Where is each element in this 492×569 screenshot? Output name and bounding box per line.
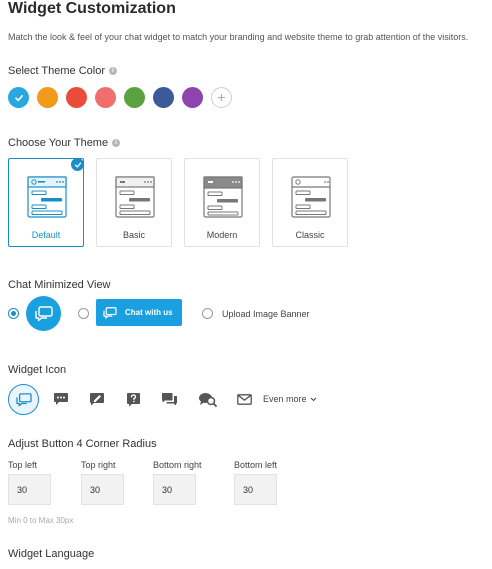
widget-language-label: Widget Language [8, 548, 95, 560]
question-icon [126, 392, 140, 406]
theme-card-classic[interactable]: Classic [272, 158, 348, 247]
widget-icon-option-6[interactable] [196, 388, 218, 410]
chat-bubbles-icon [34, 305, 53, 321]
message-dots-icon [54, 393, 68, 405]
chat-bubbles-icon [103, 306, 117, 318]
color-swatch-5[interactable] [124, 87, 145, 108]
theme-card-label: Classic [295, 230, 325, 240]
chat-with-us-banner[interactable]: Chat with us [96, 299, 182, 326]
upload-banner-radio[interactable] [202, 308, 213, 319]
top-right-input[interactable]: 30 [81, 474, 124, 505]
theme-card-modern[interactable]: Modern [184, 158, 260, 247]
minimized-bubble-radio[interactable] [8, 308, 19, 319]
theme-card-label: Modern [206, 230, 238, 240]
mail-icon [236, 393, 252, 405]
theme-default-preview-icon [27, 176, 67, 218]
color-swatch-4[interactable] [95, 87, 116, 108]
even-more-link[interactable]: Even more [263, 394, 317, 404]
color-swatch-1[interactable] [8, 87, 29, 108]
bottom-left-input[interactable]: 30 [234, 474, 277, 505]
edit-message-icon [90, 393, 104, 406]
page-title: Widget Customization [8, 0, 176, 17]
corner-radius-label: Adjust Button 4 Corner Radius [8, 438, 157, 450]
widget-icon-option-4[interactable] [122, 388, 144, 410]
info-icon: i [109, 67, 118, 75]
theme-card-label: Default [31, 230, 61, 240]
selected-check-icon [71, 158, 84, 171]
widget-icon-option-7[interactable] [233, 388, 255, 410]
theme-card-default[interactable]: Default [8, 158, 84, 247]
widget-icon-option-1[interactable] [8, 384, 39, 415]
search-chat-icon [198, 392, 217, 407]
checkmark-icon [14, 94, 23, 101]
minimized-banner-radio[interactable] [78, 308, 89, 319]
bottom-right-input[interactable]: 30 [153, 474, 196, 505]
page-subtitle: Match the look & feel of your chat widge… [8, 32, 469, 42]
chat-bubble-preview[interactable] [26, 296, 61, 331]
chat-banner-text: Chat with us [125, 308, 173, 317]
widget-icon-option-3[interactable] [86, 388, 108, 410]
corner-radius-hint: Min 0 to Max 30px [8, 516, 74, 525]
theme-card-label: Basic [122, 230, 145, 240]
info-icon: i [112, 139, 121, 147]
even-more-label: Even more [263, 394, 307, 404]
color-swatch-7[interactable] [182, 87, 203, 108]
theme-modern-preview-icon [203, 176, 243, 218]
top-left-label: Top left [8, 460, 38, 470]
chat-bubbles-icon [15, 392, 32, 406]
color-swatch-2[interactable] [37, 87, 58, 108]
theme-basic-preview-icon [115, 176, 155, 218]
theme-color-heading: Select Theme Color i [8, 65, 118, 77]
theme-label: Choose Your Theme [8, 137, 109, 149]
widget-icon-option-2[interactable] [50, 388, 72, 410]
top-left-input[interactable]: 30 [8, 474, 51, 505]
theme-classic-preview-icon [291, 176, 331, 218]
top-right-label: Top right [81, 460, 116, 470]
bottom-left-label: Bottom left [234, 460, 278, 470]
widget-icon-label: Widget Icon [8, 364, 67, 376]
bottom-right-label: Bottom right [153, 460, 202, 470]
widget-icon-option-5[interactable] [158, 388, 180, 410]
upload-banner-label[interactable]: Upload Image Banner [222, 309, 310, 319]
conversation-icon [161, 392, 177, 405]
theme-color-label: Select Theme Color [8, 65, 106, 77]
color-swatch-3[interactable] [66, 87, 87, 108]
minimized-view-label: Chat Minimized View [8, 279, 111, 291]
plus-icon[interactable]: + [211, 87, 232, 108]
theme-heading: Choose Your Theme i [8, 137, 121, 149]
theme-card-basic[interactable]: Basic [96, 158, 172, 247]
color-swatch-6[interactable] [153, 87, 174, 108]
chevron-down-icon [310, 397, 317, 402]
